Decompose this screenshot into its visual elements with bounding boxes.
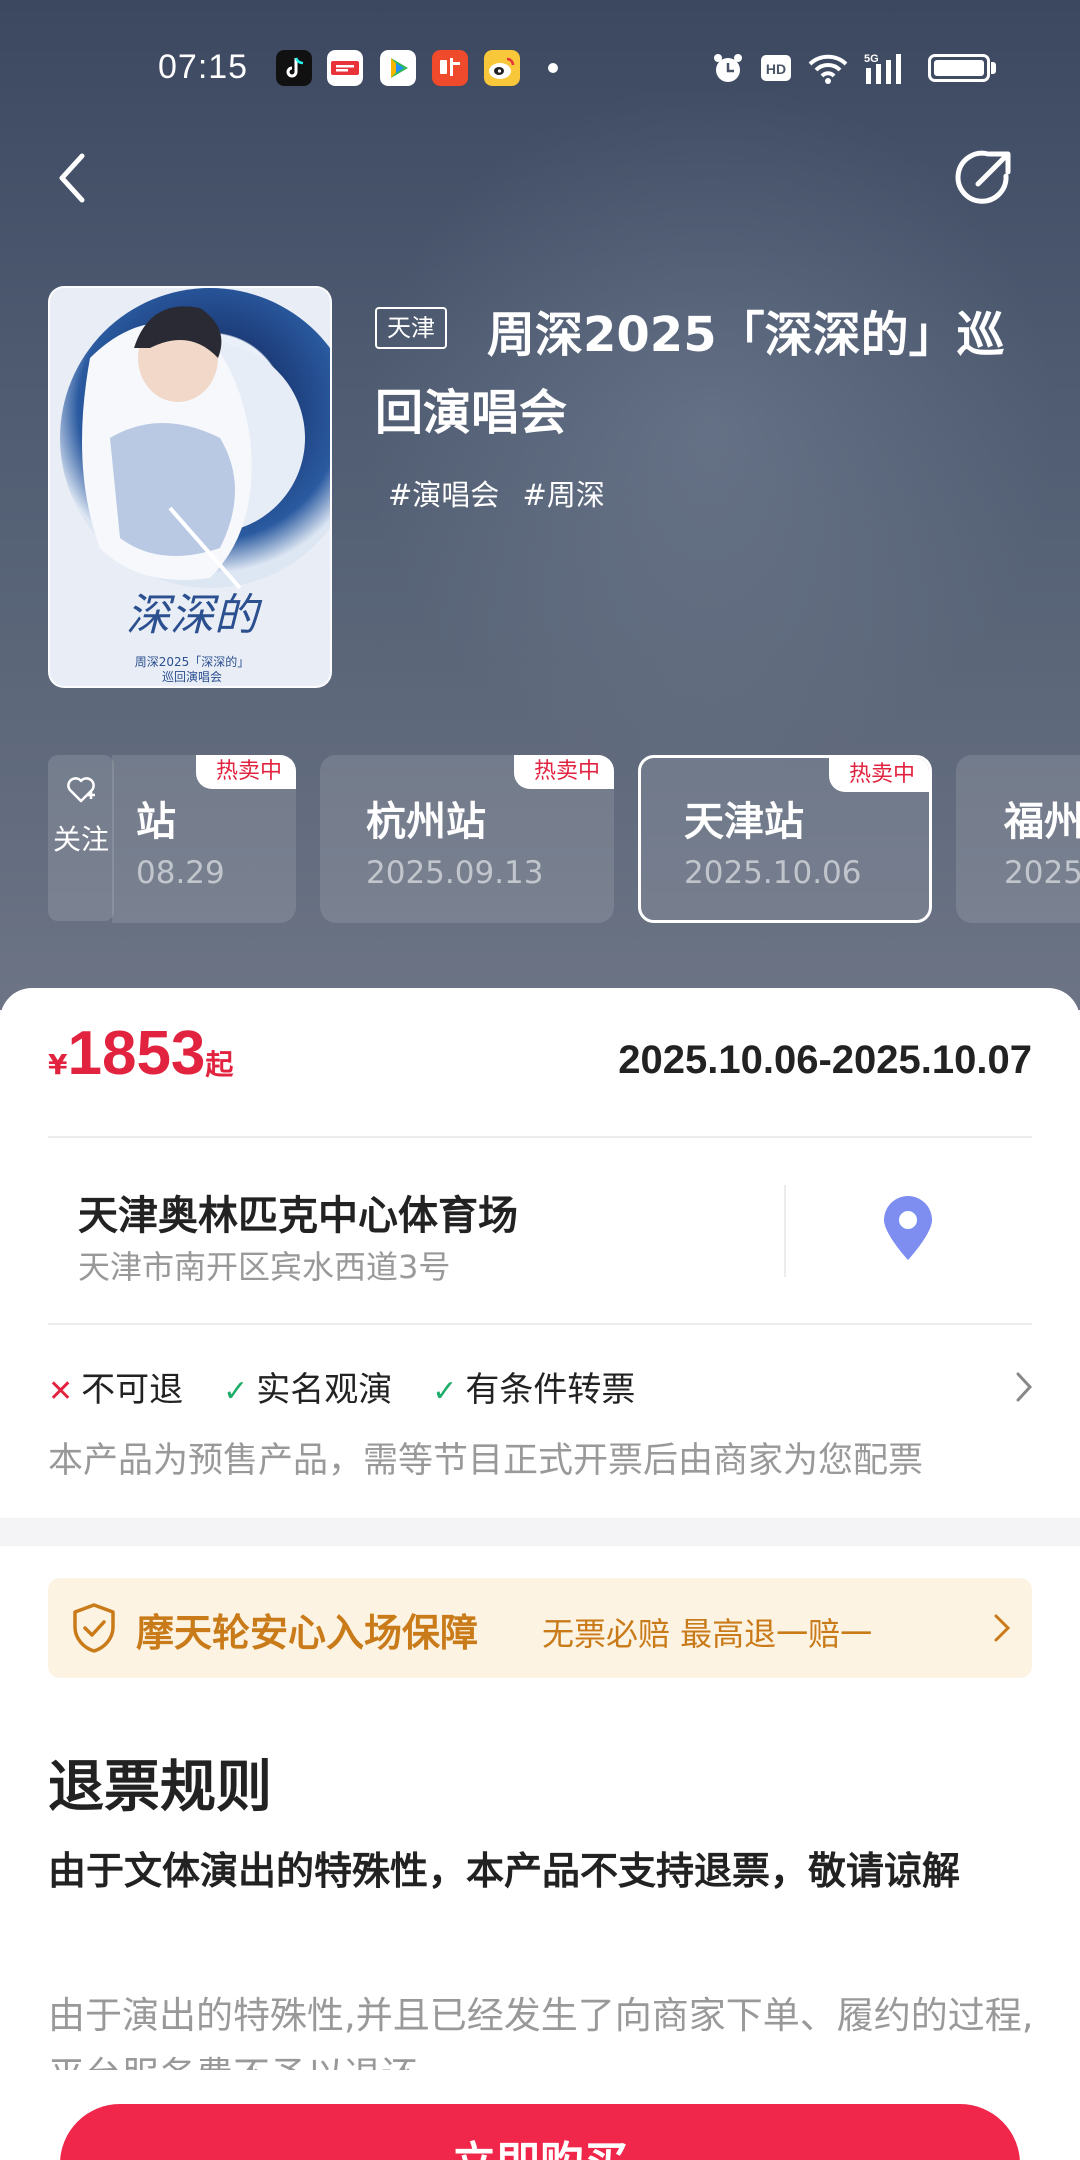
station-selector: 关注 热卖中 站 08.29 热卖中 杭州站 2025.09.13 热卖中 天津…	[0, 755, 1080, 923]
hot-sale-badge: 热卖中	[513, 755, 614, 789]
venue-address[interactable]: 天津市南开区宾水西道3号	[78, 1242, 450, 1288]
tiktok-icon	[276, 50, 312, 86]
hot-sale-badge: 热卖中	[828, 758, 929, 792]
price-currency: ¥	[48, 1048, 68, 1081]
location-pin-icon[interactable]	[880, 1196, 936, 1262]
weibo-icon	[484, 50, 520, 86]
venue-separator	[784, 1185, 786, 1277]
station-card-selected[interactable]: 热卖中 天津站 2025.10.06	[638, 755, 932, 923]
city-tag: 天津	[375, 307, 447, 349]
policy-no-refund: ✕ 不可退	[48, 1362, 183, 1411]
policy-label: 有条件转票	[465, 1370, 636, 1410]
svg-text:5G: 5G	[864, 53, 879, 65]
station-name: 站	[136, 799, 176, 845]
svg-text:HD: HD	[766, 61, 786, 77]
follow-label: 关注	[52, 823, 109, 856]
alarm-icon	[714, 54, 742, 82]
buy-now-button[interactable]: 立即购买	[60, 2104, 1020, 2160]
wifi-icon	[808, 54, 848, 84]
video-icon	[380, 50, 416, 86]
hot-sale-badge: 热卖中	[195, 755, 296, 789]
refund-rules-heading: 退票规则	[48, 1755, 272, 1820]
battery-tip	[991, 62, 996, 74]
price-amount: 1853	[67, 1019, 206, 1088]
station-date: 2025.10.06	[684, 855, 862, 891]
event-poster[interactable]: 深深的 周深2025「深深的」 巡回演唱会	[48, 286, 332, 688]
station-date: 2025.09.13	[366, 855, 544, 891]
chevron-right-icon	[994, 1614, 1011, 1642]
check-icon: ✓	[223, 1374, 249, 1409]
date-range: 2025.10.06-2025.10.07	[618, 1038, 1032, 1082]
policy-transfer: ✓ 有条件转票	[432, 1362, 635, 1411]
station-date: 08.29	[136, 855, 225, 891]
toutiao-icon	[327, 50, 363, 86]
event-tags: #演唱会 #周深	[388, 472, 619, 514]
refund-rules-text: 由于演出的特殊性,并且已经发生了向商家下单、履约的过程,平台服务费不予以退还。	[48, 1994, 1034, 2072]
chevron-right-icon[interactable]	[1012, 1370, 1036, 1404]
station-date: 2025	[1004, 855, 1080, 891]
station-name: 天津站	[684, 799, 804, 845]
price: ¥1853起	[48, 1018, 233, 1089]
hd-icon: HD	[761, 55, 791, 81]
battery-icon	[928, 54, 990, 82]
svg-text:巡回演唱会: 巡回演唱会	[162, 669, 222, 684]
status-bar: 07:15 HD 5G	[0, 0, 1080, 136]
ting-icon	[432, 50, 468, 86]
heart-plus-icon	[67, 777, 95, 803]
presale-notice: 本产品为预售产品，需等节目正式开票后由商家为您配票	[48, 1441, 924, 1481]
share-button[interactable]	[948, 140, 1024, 216]
divider	[48, 1323, 1032, 1325]
station-card[interactable]: 热卖中 站 08.29	[112, 755, 296, 923]
cross-icon: ✕	[48, 1374, 74, 1409]
tag-artist[interactable]: #周深	[523, 478, 605, 512]
station-card[interactable]: 福州 2025	[956, 755, 1080, 923]
back-button[interactable]	[38, 140, 114, 216]
event-title: 周深2025「深深的」巡回演唱会	[375, 307, 1005, 441]
venue-name[interactable]: 天津奥林匹克中心体育场	[78, 1183, 518, 1241]
shield-check-icon	[73, 1603, 115, 1653]
divider	[48, 1136, 1032, 1138]
signal-5g-icon: 5G	[864, 53, 901, 84]
svg-text:深深的: 深深的	[126, 590, 263, 641]
follow-button[interactable]: 关注	[48, 755, 114, 921]
ticket-policies[interactable]: ✕ 不可退 ✓ 实名观演 ✓ 有条件转票	[48, 1362, 675, 1411]
check-icon: ✓	[432, 1374, 458, 1409]
guarantee-subtitle: 无票必赔 最高退一赔一	[542, 1615, 873, 1653]
svg-text:周深2025「深深的」: 周深2025「深深的」	[135, 654, 250, 669]
station-name: 杭州站	[366, 799, 486, 845]
price-suffix: 起	[205, 1048, 234, 1081]
policy-real-name: ✓ 实名观演	[223, 1362, 392, 1411]
entry-guarantee-banner[interactable]: 摩天轮安心入场保障 无票必赔 最高退一赔一	[48, 1578, 1032, 1678]
more-notifications-dot	[548, 63, 558, 73]
policy-label: 实名观演	[256, 1370, 393, 1410]
station-name: 福州	[1004, 799, 1080, 845]
status-time: 07:15	[158, 48, 249, 86]
station-card[interactable]: 热卖中 杭州站 2025.09.13	[320, 755, 614, 923]
refund-rules-summary: 由于文体演出的特殊性，本产品不支持退票，敬请谅解	[48, 1849, 961, 1893]
policy-label: 不可退	[81, 1370, 184, 1410]
tag-concert[interactable]: #演唱会	[388, 478, 499, 512]
poster-image: 深深的 周深2025「深深的」 巡回演唱会	[50, 288, 330, 686]
guarantee-title: 摩天轮安心入场保障	[136, 1611, 479, 1655]
